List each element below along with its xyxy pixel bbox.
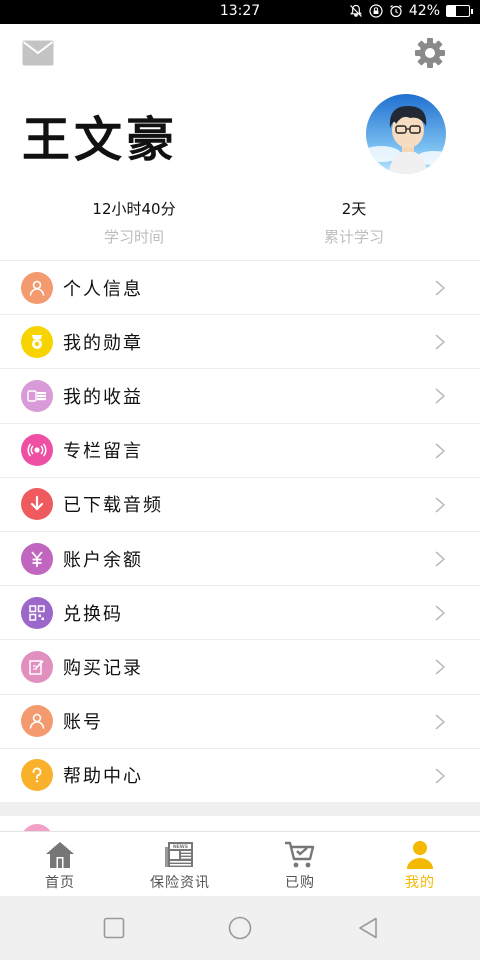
gear-icon[interactable]: [414, 37, 446, 69]
menu-label: 我的收益: [63, 386, 143, 408]
menu-item-earnings[interactable]: 我的收益: [0, 369, 480, 424]
mail-icon[interactable]: [22, 40, 54, 66]
chevron-right-icon: [435, 280, 446, 296]
news-icon: NEWS: [165, 842, 193, 867]
menu-item-downloaded-audio[interactable]: 已下载音频: [0, 478, 480, 532]
nav-home[interactable]: 首页: [0, 832, 120, 896]
lock-rotation-icon: [369, 4, 383, 18]
status-icons: 42%: [349, 3, 473, 19]
battery-fill: [447, 6, 457, 16]
chevron-right-icon: [435, 551, 446, 567]
menu-item-purchase-records[interactable]: 购买记录: [0, 640, 480, 695]
status-bar: 13:27 42%: [0, 0, 480, 24]
bottom-nav: 首页 NEWS 保险资讯 已购 我的: [0, 831, 480, 896]
total-days-label: 累计学习: [323, 228, 384, 246]
menu-label: 购买记录: [63, 657, 143, 679]
menu-item-redeem-code[interactable]: 兑换码: [0, 586, 480, 641]
nav-label: 已购: [285, 875, 315, 891]
avatar[interactable]: [366, 94, 446, 174]
menu-list: 个人信息 我的勋章 我的收益 专栏留言 已下载音频 账户余额 兑换码 购买记录 …: [0, 260, 480, 803]
total-days-stat: 2天 累计学习: [254, 198, 454, 247]
medal-icon: [21, 325, 53, 358]
total-days-value: 2天: [341, 200, 367, 218]
chevron-right-icon: [435, 334, 446, 350]
chevron-right-icon: [435, 605, 446, 621]
avatar-image: [366, 94, 446, 174]
home-circle-icon[interactable]: [228, 916, 252, 940]
bell-muted-icon: [349, 4, 362, 17]
chevron-right-icon: [435, 497, 446, 513]
menu-label: 兑换码: [63, 603, 123, 625]
home-icon: [46, 842, 74, 868]
chevron-right-icon: [435, 388, 446, 404]
menu-label: 帮助中心: [63, 766, 143, 788]
question-icon: [21, 759, 53, 792]
menu-item-account[interactable]: 账号: [0, 695, 480, 749]
svg-text:NEWS: NEWS: [173, 844, 188, 850]
broadcast-icon: [21, 434, 53, 467]
study-time-label: 学习时间: [103, 228, 164, 246]
menu-label: 专栏留言: [63, 441, 143, 463]
chevron-right-icon: [435, 442, 446, 459]
system-nav-bar: [0, 896, 480, 960]
user-name: 王文豪: [22, 112, 179, 168]
alarm-icon: [389, 5, 402, 18]
menu-item-partial: [0, 816, 480, 832]
qrcode-icon: [21, 596, 53, 629]
menu-item-account-balance[interactable]: 账户余额: [0, 532, 480, 587]
menu-item-medals[interactable]: 我的勋章: [0, 315, 480, 370]
menu-item-personal-info[interactable]: 个人信息: [0, 261, 480, 316]
study-time-value: 12小时40分: [92, 200, 176, 218]
chevron-right-icon: [435, 768, 446, 784]
study-time-stat: 12小时40分 学习时间: [34, 198, 234, 247]
menu-label: 账号: [63, 712, 103, 734]
cart-icon: [285, 841, 315, 868]
nav-purchased[interactable]: 已购: [240, 832, 360, 896]
nav-mine[interactable]: 我的: [360, 832, 480, 896]
download-icon: [21, 488, 53, 521]
battery-percent: 42%: [408, 3, 440, 19]
chevron-right-icon: [435, 659, 446, 675]
yuan-icon: [21, 542, 53, 575]
nav-label: 我的: [405, 875, 435, 891]
battery-icon: [446, 5, 473, 17]
user-icon: [407, 841, 433, 869]
menu-item-help-center[interactable]: 帮助中心: [0, 749, 480, 803]
person-icon: [21, 271, 53, 304]
coins-icon: [21, 379, 53, 412]
section-divider: [0, 802, 480, 816]
account-icon: [21, 705, 53, 738]
menu-label: 个人信息: [63, 278, 143, 300]
nav-insurance-news[interactable]: NEWS 保险资讯: [120, 832, 240, 896]
menu-label: 已下载音频: [63, 495, 163, 517]
recent-apps-icon[interactable]: [102, 916, 126, 940]
back-triangle-icon[interactable]: [356, 916, 380, 940]
nav-label: 首页: [45, 875, 75, 891]
menu-label: 账户余额: [63, 549, 143, 571]
edit-record-icon: [21, 650, 53, 683]
menu-item-column-comments[interactable]: 专栏留言: [0, 424, 480, 478]
nav-label: 保险资讯: [150, 875, 210, 891]
chevron-right-icon: [435, 713, 446, 730]
menu-label: 我的勋章: [63, 332, 143, 354]
